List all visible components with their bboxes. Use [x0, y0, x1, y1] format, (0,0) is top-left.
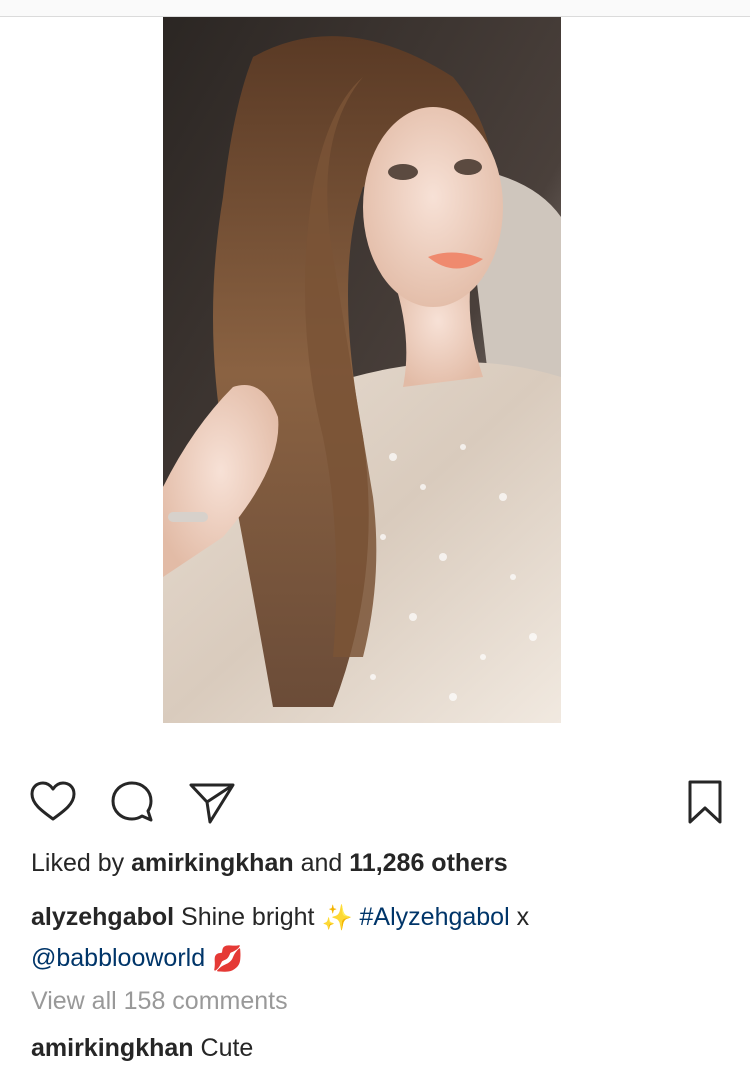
- caption-mention[interactable]: @babblooworld: [31, 944, 205, 972]
- comment-icon: [111, 781, 153, 822]
- top-divider: [0, 0, 750, 17]
- save-button[interactable]: [680, 776, 732, 828]
- liker-username[interactable]: amirkingkhan: [131, 849, 294, 877]
- heart-icon: [30, 781, 76, 821]
- comment-text: Cute: [200, 1034, 254, 1062]
- likes-summary: Liked by amirkingkhan and 11,286 others: [31, 848, 508, 878]
- post-actions: [0, 770, 750, 830]
- post-photo[interactable]: [163, 17, 561, 723]
- caption-line-2: @babblooworld 💋: [31, 943, 243, 974]
- share-button[interactable]: [186, 776, 238, 828]
- comment-username[interactable]: amirkingkhan: [31, 1034, 194, 1062]
- lips-emoji: 💋: [212, 945, 244, 974]
- caption-text: Shine bright: [181, 903, 315, 931]
- likes-prefix: Liked by: [31, 849, 125, 877]
- caption-hashtag[interactable]: #Alyzehgabol: [360, 903, 510, 931]
- caption-username[interactable]: alyzehgabol: [31, 903, 174, 931]
- caption-line-1: alyzehgabol Shine bright ✨ #Alyzehgabol …: [31, 902, 529, 933]
- post-photo-illustration: [163, 17, 561, 723]
- sparkles-emoji: ✨: [321, 904, 353, 933]
- comment-button[interactable]: [106, 776, 158, 828]
- caption-separator: x: [516, 903, 530, 931]
- likes-count[interactable]: 11,286 others: [349, 849, 507, 877]
- view-all-comments-link[interactable]: View all 158 comments: [31, 986, 288, 1016]
- comment-item: amirkingkhan Cute: [31, 1033, 253, 1063]
- likes-joiner: and: [300, 849, 343, 877]
- like-button[interactable]: [27, 776, 79, 828]
- paper-plane-icon: [189, 783, 235, 824]
- bookmark-icon: [688, 780, 722, 824]
